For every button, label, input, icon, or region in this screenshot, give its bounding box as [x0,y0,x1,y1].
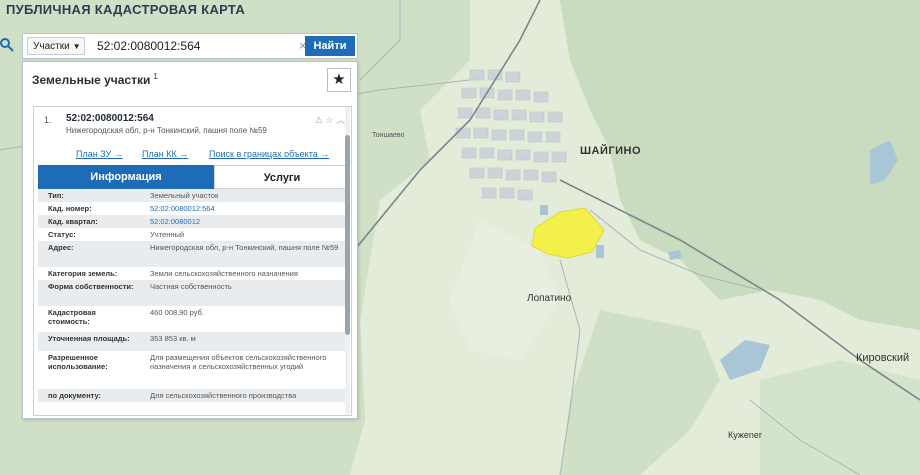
map-label-tonshaevo: Тоншаево [372,132,405,139]
warning-icon[interactable]: ⚠ [315,115,323,125]
info-row-key: Кадастровая стоимость: [48,308,96,326]
map-label-shaigino: ШАЙГИНО [580,145,642,157]
result-address: Нижегородская обл, р-н Тонкинский, пашня… [66,126,267,135]
info-row-key: Уточненная площадь: [48,334,130,343]
pond [596,245,604,258]
result-links: План ЗУ → План КК → Поиск в границах объ… [34,149,351,163]
info-row-value: Земельный участок [150,191,219,200]
info-row-value[interactable]: 52:02:0080012:564 [150,204,340,213]
results-panel: Земельные участки 1 ★ 1. 52:02:0080012:56… [22,61,358,419]
info-row: Тип: Земельный участок [38,189,350,202]
chevron-up-icon[interactable]: ︿ [336,115,345,125]
forest-area [760,360,920,475]
pond [540,205,548,215]
app-title: ПУБЛИЧНАЯ КАДАСТРОВАЯ КАРТА [6,2,246,17]
map-label-kuzhener: Кужener [728,430,762,440]
search-input[interactable] [93,37,301,55]
info-row: Кад. номер: 52:02:0080012:564 [38,202,350,215]
info-row: Статус: Учтенный [38,228,350,241]
info-row-value: 353 853 кв. м [150,334,196,343]
map-label-kirovsky: Кировский [856,352,910,364]
search-bar: Участки▼ × Найти [22,33,358,59]
results-count: 1 [153,72,158,81]
info-row-key: Разрешенное использование: [48,353,108,371]
info-row-value: Частная собственность [150,282,232,291]
find-button[interactable]: Найти [305,36,355,56]
star-icon: ★ [332,71,346,88]
info-row-value: Земли сельскохозяйственного назначения [150,269,298,278]
info-row-value: Нижегородская обл, р-н Тонкинский, пашня… [150,243,339,252]
result-tabs: Информация Услуги [38,165,350,190]
info-row-value: 460 008,90 руб. [150,308,204,317]
info-row-key: Адрес: [48,243,74,252]
info-row: Категория земель: Земли сельскохозяйствен… [38,267,350,280]
favorites-star-button[interactable]: ★ [327,68,351,92]
link-search-in-bounds[interactable]: Поиск в границах объекта → [209,149,329,159]
info-row: Кад. квартал: 52:02:0080012 [38,215,350,228]
panel-title-text: Земельные участки [32,73,151,87]
result-index: 1. [44,115,52,125]
panel-scrollbar[interactable] [345,107,350,415]
info-row-value[interactable]: 52:02:0080012 [150,217,340,226]
result-cadastral-number[interactable]: 52:02:0080012:564 [66,113,154,124]
info-row-key: Тип: [48,191,64,200]
info-row-value: Учтенный [150,230,185,239]
info-row-key: Кад. квартал: [48,217,98,226]
info-row-key: Кад. номер: [48,204,92,213]
info-row: Разрешенное использование: Для размещения… [38,351,350,389]
info-row-key: по документу: [48,391,102,400]
tab-info[interactable]: Информация [38,165,214,189]
result-card: 1. 52:02:0080012:564 Нижегородская обл, … [33,106,352,416]
info-row-key: Форма собственности: [48,282,134,291]
info-row: Форма собственности: Частная собственност… [38,280,350,306]
chevron-down-icon: ▼ [72,42,81,51]
link-parcel-plan[interactable]: План ЗУ → [76,149,123,159]
tab-services[interactable]: Услуги [214,165,350,189]
search-icon[interactable] [0,38,14,52]
info-row-value: Для сельскохозяйственного производства [150,391,297,400]
map-label-lopatino: Лопатино [527,293,572,304]
star-outline-icon[interactable]: ☆ [325,115,333,125]
info-table: Тип: Земельный участок Кад. номер: 52:02:00… [38,189,350,402]
object-type-select[interactable]: Участки ▼ [27,37,85,55]
panel-title: Земельные участки 1 [32,72,158,87]
info-row: по документу: Для сельскохозяйственного п… [38,389,350,402]
info-row-key: Категория земель: [48,269,118,278]
info-row-value: Для размещения объектов сельскохозяйстве… [150,353,327,371]
info-row: Кадастровая стоимость: 460 008,90 руб. [38,306,350,332]
info-row-key: Статус: [48,230,76,239]
info-row: Уточненная площадь: 353 853 кв. м [38,332,350,351]
result-actions[interactable]: ⚠ ☆ ︿ [315,113,345,126]
info-row: Адрес: Нижегородская обл, р-н Тонкинский,… [38,241,350,267]
link-quarter-plan[interactable]: План КК → [142,149,188,159]
object-type-label: Участки [33,41,70,52]
scrollbar-thumb[interactable] [345,135,350,335]
